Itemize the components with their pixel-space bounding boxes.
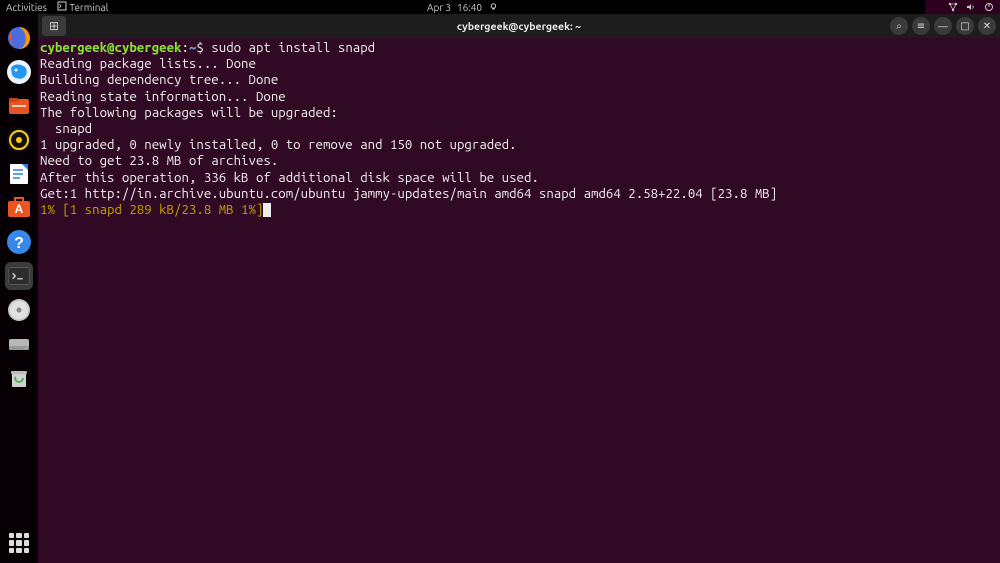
command-text: sudo apt install snapd xyxy=(211,40,375,55)
prompt-user: cybergeek@cybergeek xyxy=(40,40,181,55)
dock: A ? xyxy=(0,14,38,563)
output-line: Building dependency tree... Done xyxy=(40,72,278,87)
terminal-icon[interactable] xyxy=(5,262,33,290)
cursor xyxy=(263,203,271,217)
disk-icon[interactable] xyxy=(5,330,33,358)
output-line: Get:1 http://in.archive.ubuntu.com/ubunt… xyxy=(40,186,777,201)
drive-icon[interactable] xyxy=(5,296,33,324)
thunderbird-icon[interactable] xyxy=(5,58,33,86)
show-applications-button[interactable] xyxy=(9,533,29,553)
power-icon xyxy=(984,2,994,12)
menu-button[interactable]: ≡ xyxy=(912,17,930,35)
network-icon xyxy=(948,2,958,12)
notification-indicator-icon xyxy=(488,2,498,12)
output-line: Reading state information... Done xyxy=(40,89,286,104)
progress-line: 1% [1 snapd 289 kB/23.8 MB 1%] xyxy=(40,202,263,217)
firefox-icon[interactable] xyxy=(5,24,33,52)
output-line: snapd xyxy=(40,121,92,136)
window-title: cybergeek@cybergeek: ~ xyxy=(457,20,581,32)
output-line: Reading package lists... Done xyxy=(40,56,256,71)
prompt-dollar: $ xyxy=(196,40,211,55)
svg-text:?: ? xyxy=(14,235,24,252)
help-icon[interactable]: ? xyxy=(5,228,33,256)
output-line: 1 upgraded, 0 newly installed, 0 to remo… xyxy=(40,137,517,152)
minimize-button[interactable]: — xyxy=(934,17,952,35)
gnome-topbar: Activities Terminal Apr 3 16:40 xyxy=(0,0,925,14)
terminal-titlebar: ⊞ cybergeek@cybergeek: ~ ⌕ ≡ — □ ✕ xyxy=(38,14,1000,38)
output-line: After this operation, 336 kB of addition… xyxy=(40,170,539,185)
terminal-menu-icon xyxy=(57,1,67,11)
svg-text:A: A xyxy=(15,202,24,216)
software-icon[interactable]: A xyxy=(5,194,33,222)
app-menu-label: Terminal xyxy=(69,2,108,13)
new-tab-button[interactable]: ⊞ xyxy=(42,16,66,36)
libreoffice-writer-icon[interactable] xyxy=(5,160,33,188)
clock[interactable]: Apr 3 16:40 xyxy=(427,2,498,13)
clock-time: 16:40 xyxy=(457,2,482,13)
rhythmbox-icon[interactable] xyxy=(5,126,33,154)
terminal-window: ⊞ cybergeek@cybergeek: ~ ⌕ ≡ — □ ✕ cyber… xyxy=(38,14,1000,563)
files-icon[interactable] xyxy=(5,92,33,120)
output-line: Need to get 23.8 MB of archives. xyxy=(40,153,278,168)
output-line: The following packages will be upgraded: xyxy=(40,105,338,120)
maximize-button[interactable]: □ xyxy=(956,17,974,35)
search-button[interactable]: ⌕ xyxy=(890,17,908,35)
volume-icon xyxy=(966,2,976,12)
close-button[interactable]: ✕ xyxy=(978,17,996,35)
prompt-sep: : xyxy=(181,40,188,55)
trash-icon[interactable] xyxy=(5,364,33,392)
clock-date: Apr 3 xyxy=(427,2,451,13)
system-tray[interactable] xyxy=(925,0,1000,14)
activities-button[interactable]: Activities xyxy=(6,2,47,13)
app-menu[interactable]: Terminal xyxy=(57,1,108,13)
terminal-body[interactable]: cybergeek@cybergeek:~$ sudo apt install … xyxy=(38,38,1000,563)
